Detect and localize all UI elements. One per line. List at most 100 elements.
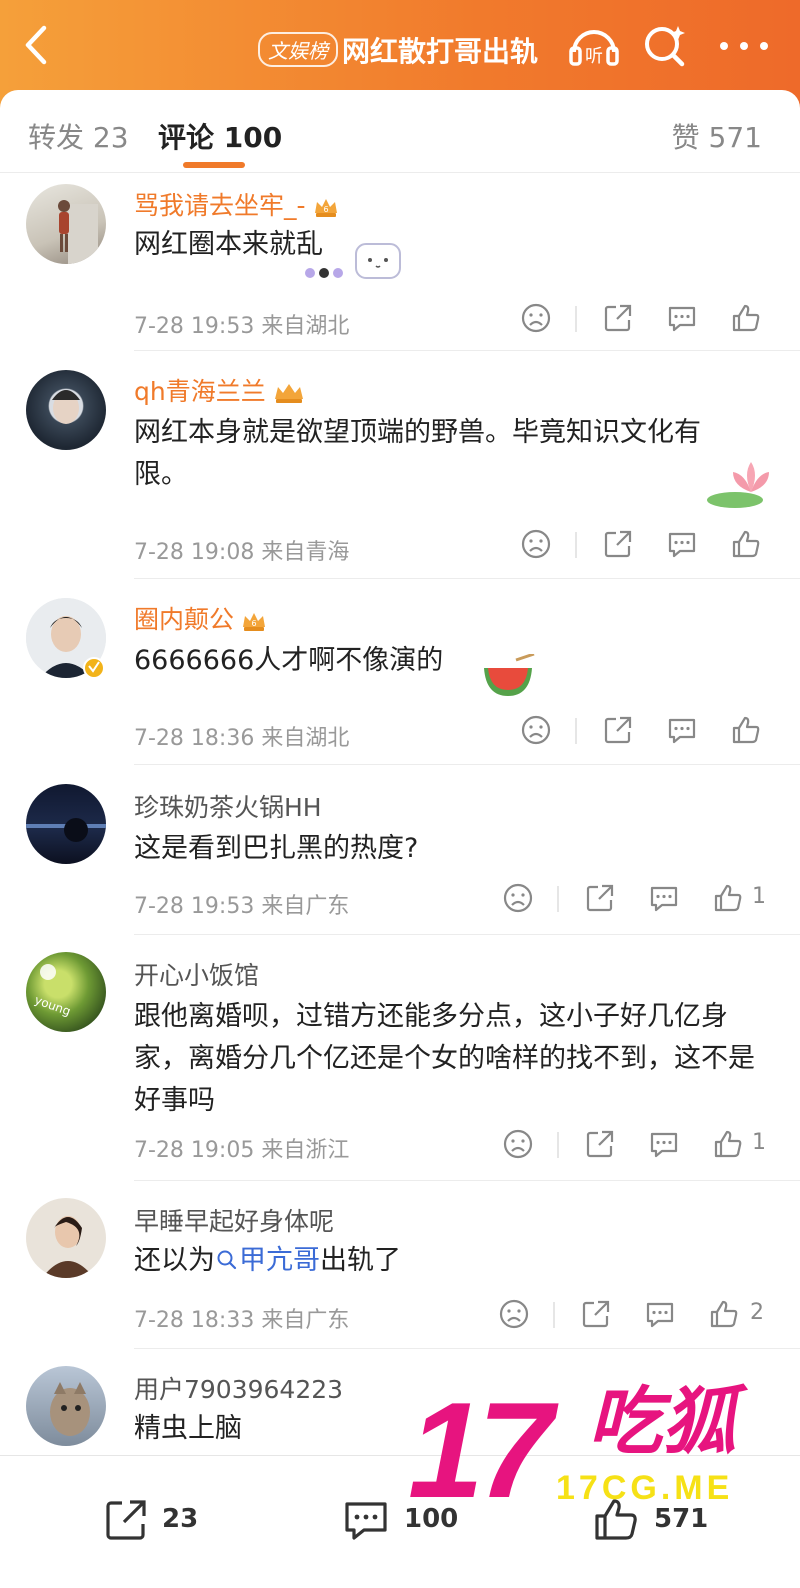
search-icon[interactable] [640, 20, 692, 72]
search-icon [217, 1250, 237, 1270]
comment-text: 网红本身就是欲望顶端的野兽。毕竟知识文化有限。 [134, 417, 701, 490]
username[interactable]: qh青海兰兰 [134, 372, 306, 408]
username[interactable]: 珍珠奶茶火锅HH [134, 788, 322, 824]
share-icon[interactable] [584, 882, 616, 914]
avatar-image: young [33, 964, 73, 1019]
divider [134, 1348, 800, 1349]
watermark-number: 17 [408, 1374, 553, 1526]
dislike-face-icon[interactable] [502, 1128, 534, 1160]
avatar-image [50, 1382, 90, 1436]
repost-button[interactable]: 23 [102, 1496, 202, 1546]
divider [553, 1302, 555, 1328]
watermark-logo: 17 吃狐 17CG.ME [408, 1375, 788, 1525]
avatar[interactable] [26, 1366, 106, 1446]
repost-share-icon [106, 1500, 146, 1540]
bunny-sticker-icon [305, 243, 401, 279]
avatar-image [26, 598, 106, 679]
avatar-image [26, 818, 106, 842]
svg-text:6: 6 [251, 619, 256, 628]
comment-time: 7-28 19:08 [134, 540, 255, 565]
comment-time: 7-28 18:36 [134, 726, 255, 751]
avatar[interactable] [26, 184, 106, 264]
comment-location: 来自浙江 [261, 1138, 350, 1163]
username[interactable]: 用户7903964223 [134, 1370, 343, 1406]
dislike-face-icon[interactable] [498, 1298, 530, 1330]
like-thumb-icon[interactable] [730, 302, 762, 334]
reply-comment-icon[interactable] [666, 302, 698, 334]
comment-meta: 7-28 19:53 来自广东 [134, 888, 349, 920]
comment-time: 7-28 18:33 [134, 1308, 255, 1333]
divider [134, 350, 800, 351]
avatar[interactable] [26, 598, 106, 679]
share-icon[interactable] [602, 528, 634, 560]
watermark-chinese: 吃狐 [588, 1379, 736, 1465]
like-thumb-icon[interactable] [730, 528, 762, 560]
comment-time: 7-28 19:53 [134, 314, 255, 339]
avatar[interactable]: young [26, 952, 106, 1032]
comment-meta: 7-28 19:05 来自浙江 [134, 1132, 349, 1164]
comment-location: 来自湖北 [261, 726, 350, 751]
comment-text: 这是看到巴扎黑的热度? [134, 833, 419, 864]
comment-actions [520, 528, 770, 564]
avatar-image [58, 200, 98, 264]
reply-comment-icon[interactable] [666, 714, 698, 746]
comment-text-suffix: 出轨了 [320, 1245, 401, 1276]
topic-link[interactable]: 甲亢哥 [215, 1245, 320, 1276]
divider [575, 306, 577, 332]
like-thumb-icon[interactable] [708, 1298, 740, 1330]
dislike-face-icon[interactable] [502, 882, 534, 914]
comment-meta: 7-28 18:33 来自广东 [134, 1302, 349, 1334]
username[interactable]: 早睡早起好身体呢 [134, 1202, 334, 1238]
comment-location: 来自广东 [261, 1308, 350, 1333]
topic-link-text: 甲亢哥 [239, 1245, 320, 1276]
divider [557, 886, 559, 912]
comment-time: 7-28 19:53 [134, 894, 255, 919]
reply-comment-icon[interactable] [648, 882, 680, 914]
username-text: 圈内颠公 [134, 605, 235, 634]
tab-repost[interactable]: 转发 23 [28, 116, 129, 156]
vip-crown-icon [274, 384, 303, 403]
comment-actions: 1 [502, 882, 770, 918]
reply-comment-icon[interactable] [666, 528, 698, 560]
topic-title: 网红散打哥出轨 [342, 35, 539, 68]
lotus-sticker-icon [707, 462, 769, 508]
tab-comments[interactable]: 评论 100 [158, 116, 282, 156]
share-icon[interactable] [602, 714, 634, 746]
divider [134, 1180, 800, 1181]
comment-actions [520, 302, 770, 338]
dislike-face-icon[interactable] [520, 528, 552, 560]
dislike-face-icon[interactable] [520, 302, 552, 334]
comment-actions [520, 714, 770, 750]
avatar[interactable] [26, 784, 106, 864]
username-text: 骂我请去坐牢_- [134, 191, 306, 220]
tab-bar: 转发 23 评论 100 赞 571 [0, 90, 800, 173]
username[interactable]: 开心小饭馆 [134, 956, 259, 992]
like-thumb-icon[interactable] [712, 882, 744, 914]
comment-actions: 2 [498, 1298, 770, 1334]
reply-comment-icon[interactable] [644, 1298, 676, 1330]
divider [575, 718, 577, 744]
share-icon[interactable] [602, 302, 634, 334]
username[interactable]: 圈内颠公 6 [134, 600, 268, 636]
username[interactable]: 骂我请去坐牢_- 6 [134, 186, 340, 222]
back-arrow-icon[interactable] [18, 22, 58, 68]
like-thumb-icon[interactable] [730, 714, 762, 746]
comment-location: 来自湖北 [261, 314, 350, 339]
tab-likes[interactable]: 赞 571 [672, 116, 762, 156]
like-count: 2 [750, 1300, 764, 1325]
comment-location: 来自青海 [261, 540, 350, 565]
more-options-icon[interactable] [718, 38, 770, 54]
divider [557, 1132, 559, 1158]
divider [134, 764, 800, 765]
vip-crown-icon: 6 [243, 613, 266, 631]
share-icon[interactable] [580, 1298, 612, 1330]
comment-meta: 7-28 19:53 来自湖北 [134, 308, 349, 340]
avatar[interactable] [26, 370, 106, 450]
like-thumb-icon[interactable] [712, 1128, 744, 1160]
reply-comment-icon[interactable] [648, 1128, 680, 1160]
share-icon[interactable] [584, 1128, 616, 1160]
listen-headphones-icon[interactable]: 听 [566, 18, 622, 70]
hot-list-tag[interactable]: 文娱榜 [258, 32, 338, 67]
avatar[interactable] [26, 1198, 106, 1278]
dislike-face-icon[interactable] [520, 714, 552, 746]
